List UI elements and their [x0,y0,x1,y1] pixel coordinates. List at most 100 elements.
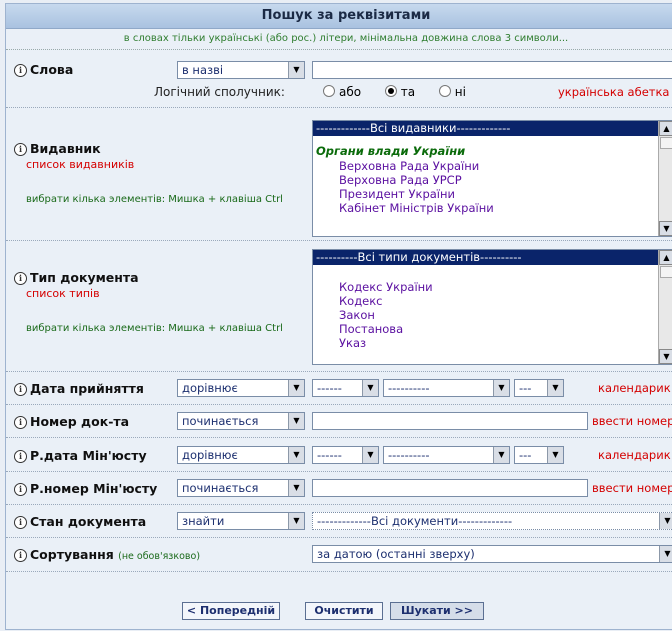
words-input[interactable] [312,61,672,79]
info-icon[interactable]: i [14,450,27,463]
reg-number-op-select[interactable]: починається ▼ [177,479,305,497]
date-adopted-day-select[interactable]: ------ ▼ [312,379,379,397]
list-item[interactable]: Президент України [313,187,672,201]
doctype-label: i Тип документа [14,270,139,285]
reg-date-row: i Р.дата Мін'юсту дорівнює ▼ ------ ▼ -----… [6,438,672,472]
sort-row: i Сортування (не обов'язково) за датою (о… [6,538,672,572]
date-adopted-op-select[interactable]: дорівнює ▼ [177,379,305,397]
doc-number-op-select[interactable]: починається ▼ [177,412,305,430]
chevron-down-icon: ▼ [288,513,304,529]
doctype-row: i Тип документа список типів вибрати кіль… [6,241,672,372]
logic-label: Логічний сполучник: [154,85,285,99]
status-row: i Стан документа знайти ▼ -------------Всі… [6,505,672,538]
doc-number-row: i Номер док-та починається ▼ ввести номер [6,405,672,438]
publisher-group[interactable]: Органи влади України [313,144,672,159]
words-row: i Слова в назві ▼ Логічний сполучник: або … [6,49,672,108]
status-label: i Стан документа [14,514,146,529]
chevron-down-icon: ▼ [288,380,304,396]
reg-number-row: i Р.номер Мін'юсту починається ▼ ввести но… [6,472,672,505]
chevron-down-icon: ▼ [493,380,509,396]
publisher-multi-hint: вибрати кілька элементів: Мишка + клавіш… [26,194,283,205]
reg-date-day-select[interactable]: ------ ▼ [312,446,379,464]
doctype-scrollbar[interactable]: ▲ ▼ [658,250,672,364]
publisher-list-link[interactable]: список видавників [26,158,134,171]
chevron-down-icon: ▼ [362,380,378,396]
info-icon[interactable]: i [14,483,27,496]
enter-number-link[interactable]: ввести номер [592,481,672,495]
search-form: Пошук за реквізитами в словах тільки укр… [5,3,672,630]
status-op-select[interactable]: знайти ▼ [177,512,305,530]
reg-date-year-select[interactable]: --- ▼ [514,446,564,464]
info-icon[interactable]: i [14,416,27,429]
doc-number-label: i Номер док-та [14,414,129,429]
info-icon[interactable]: i [14,383,27,396]
publisher-label: i Видавник [14,141,101,156]
form-title: Пошук за реквізитами [6,4,672,29]
scroll-thumb[interactable] [660,266,672,278]
scroll-thumb[interactable] [660,137,672,149]
scroll-up-icon[interactable]: ▲ [659,250,672,265]
chevron-down-icon: ▼ [288,480,304,496]
date-adopted-year-select[interactable]: --- ▼ [514,379,564,397]
search-button[interactable]: Шукати >> [390,602,484,620]
info-icon[interactable]: i [14,549,27,562]
publisher-selected-item[interactable]: -------------Всі видавники------------- [313,121,672,136]
scroll-up-icon[interactable]: ▲ [659,121,672,136]
doctype-list-link[interactable]: список типів [26,287,100,300]
list-item[interactable]: Верховна Рада України [313,159,672,173]
list-item[interactable]: Кодекс [313,294,672,308]
chevron-down-icon: ▼ [362,447,378,463]
radio-and[interactable] [384,85,397,97]
reg-date-month-select[interactable]: ---------- ▼ [383,446,510,464]
info-icon[interactable]: i [14,143,27,156]
clear-button[interactable]: Очистити [305,602,383,620]
words-label: i Слова [14,62,73,77]
date-adopted-row: i Дата прийняття дорівнює ▼ ------ ▼ ------… [6,372,672,405]
info-icon[interactable]: i [14,64,27,77]
chevron-down-icon: ▼ [659,546,672,562]
calendar-link[interactable]: календарик [598,448,671,462]
alphabet-link[interactable]: українська абетка [558,85,669,99]
chevron-down-icon: ▼ [288,413,304,429]
reg-number-label: i Р.номер Мін'юсту [14,481,157,496]
date-adopted-label: i Дата прийняття [14,381,144,396]
list-item[interactable]: Кодекс України [313,280,672,294]
list-item[interactable]: Верховна Рада УРСР [313,173,672,187]
radio-or-label: або [339,85,362,99]
reg-date-label: i Р.дата Мін'юсту [14,448,147,463]
chevron-down-icon: ▼ [493,447,509,463]
enter-number-link[interactable]: ввести номер [592,414,672,428]
sort-label: i Сортування (не обов'язково) [14,547,200,562]
status-value-select[interactable]: -------------Всі документи------------- ▼ [312,512,672,530]
scroll-down-icon[interactable]: ▼ [659,221,672,236]
doctype-multi-hint: вибрати кілька элементів: Мишка + клавіш… [26,323,283,334]
prev-button[interactable]: < Попередній [182,602,280,620]
radio-not-label: ні [454,85,466,99]
words-scope-select[interactable]: в назві ▼ [177,61,305,79]
date-adopted-month-select[interactable]: ---------- ▼ [383,379,510,397]
list-item[interactable]: Закон [313,308,672,322]
info-icon[interactable]: i [14,516,27,529]
doctype-list[interactable]: ----------Всі типи документів---------- … [312,249,672,365]
list-item[interactable]: Кабінет Міністрів України [313,201,672,215]
reg-date-op-select[interactable]: дорівнює ▼ [177,446,305,464]
scroll-down-icon[interactable]: ▼ [659,349,672,364]
list-item[interactable]: Постанова [313,322,672,336]
publisher-row: i Видавник список видавників вибрати кіль… [6,108,672,241]
logic-radios: або та ні [323,85,466,99]
reg-number-input[interactable] [312,479,588,497]
sort-select[interactable]: за датою (останні зверху) ▼ [312,545,672,563]
radio-and-label: та [400,85,416,99]
doctype-selected-item[interactable]: ----------Всі типи документів---------- [313,250,672,265]
publisher-scrollbar[interactable]: ▲ ▼ [658,121,672,236]
sort-note: (не обов'язково) [118,551,201,562]
chevron-down-icon: ▼ [288,447,304,463]
list-item[interactable]: Указ [313,336,672,350]
publisher-list[interactable]: -------------Всі видавники------------- … [312,120,672,237]
info-icon[interactable]: i [14,272,27,285]
doc-number-input[interactable] [312,412,588,430]
radio-not[interactable] [438,85,451,97]
chevron-down-icon: ▼ [547,380,563,396]
calendar-link[interactable]: календарик [598,381,671,395]
radio-or[interactable] [323,85,335,97]
